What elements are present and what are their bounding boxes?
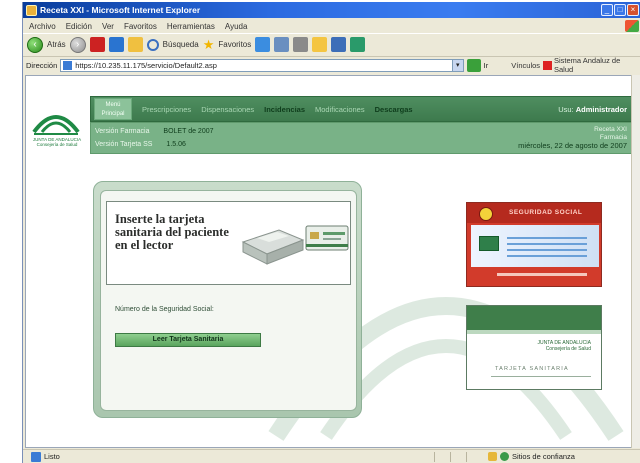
page-done-icon — [31, 451, 41, 462]
user-label: Usu: — [558, 104, 574, 114]
lock-icon — [488, 452, 497, 461]
nav-modificaciones[interactable]: Modificaciones — [315, 105, 365, 114]
nav-prescripciones[interactable]: Prescripciones — [142, 105, 191, 114]
back-arrow-icon[interactable]: ‹ — [27, 36, 43, 53]
health-card-header — [467, 306, 601, 330]
menu-ver[interactable]: Ver — [102, 22, 114, 31]
info-right: Receta XXI Farmacia miércoles, 22 de ago… — [518, 126, 627, 150]
maximize-button[interactable]: □ — [614, 4, 626, 16]
close-button[interactable]: × — [627, 4, 639, 16]
minimize-button[interactable]: _ — [601, 4, 613, 16]
print-icon[interactable] — [293, 37, 309, 52]
edit-document-icon[interactable] — [331, 37, 347, 52]
status-segment — [466, 451, 482, 462]
address-url[interactable]: https://10.235.11.175/servicio/Default2.… — [75, 61, 449, 70]
ss-card-lines — [507, 237, 587, 257]
info-panel: Versión Farmacia BOLET de 2007 Versión T… — [90, 122, 631, 154]
main-nav: Menú Principal Prescripciones Dispensaci… — [90, 96, 631, 122]
nav-dispensaciones[interactable]: Dispensaciones — [201, 105, 254, 114]
go-button-label[interactable]: Ir — [484, 61, 489, 70]
user-name: Administrador — [575, 104, 627, 114]
menu-archivo[interactable]: Archivo — [29, 22, 56, 31]
menu-favoritos[interactable]: Favoritos — [124, 22, 157, 31]
address-bar: Dirección https://10.235.11.175/servicio… — [23, 56, 640, 74]
ss-number-label: Número de la Seguridad Social: — [115, 306, 214, 313]
folder-icon[interactable] — [312, 37, 328, 52]
sas-link[interactable]: Sistema Andaluz de Salud — [543, 56, 640, 74]
window-title: Receta XXI - Microsoft Internet Explorer — [40, 5, 201, 15]
history-icon[interactable] — [255, 37, 271, 52]
mail-icon[interactable] — [274, 37, 290, 52]
logo-caption: JUNTA DE ANDALUCIA Consejería de Salud — [32, 137, 82, 147]
menu-edicion[interactable]: Edición — [66, 22, 92, 31]
info-value-1: BOLET de 2007 — [163, 128, 214, 135]
info-label-2: Versión Tarjeta SS — [95, 141, 153, 148]
sas-link-label: Sistema Andaluz de Salud — [553, 56, 621, 74]
info-right-top: Receta XXI — [594, 126, 627, 133]
window-controls: _ □ × — [601, 4, 639, 16]
ss-chip-icon — [479, 236, 499, 251]
tools-icon[interactable] — [350, 37, 366, 52]
social-security-card-image: SEGURIDAD SOCIAL — [466, 202, 602, 287]
address-input[interactable]: https://10.235.11.175/servicio/Default2.… — [60, 58, 464, 72]
read-card-button[interactable]: Leer Tarjeta Sanitaria — [115, 333, 261, 347]
status-bar: Listo Sitios de confianza — [23, 449, 640, 463]
links-button[interactable]: Vínculos — [511, 61, 540, 70]
card-reader-inner: Inserte la tarjeta sanitaria del pacient… — [100, 190, 357, 411]
menu-herramientas[interactable]: Herramientas — [167, 22, 215, 31]
title-bar: Receta XXI - Microsoft Internet Explorer… — [23, 2, 640, 18]
menu-bar: Archivo Edición Ver Favoritos Herramient… — [23, 19, 640, 33]
home-icon[interactable] — [127, 37, 143, 52]
sas-logo-icon — [543, 60, 552, 70]
card-reader-panel: Inserte la tarjeta sanitaria del pacient… — [93, 181, 362, 418]
stop-icon[interactable] — [89, 37, 105, 52]
forward-arrow-icon[interactable]: › — [69, 36, 86, 53]
windows-logo-icon — [625, 20, 639, 32]
nav-home-button[interactable]: Menú Principal — [94, 98, 132, 120]
address-label: Dirección — [26, 60, 58, 70]
nav-incidencias[interactable]: Incidencias — [264, 105, 305, 114]
back-button-label[interactable]: Atrás — [47, 40, 66, 49]
address-dropdown-icon[interactable]: ▾ — [451, 59, 463, 71]
user-info: Usu: Administrador — [558, 105, 627, 114]
status-segment — [450, 451, 466, 462]
nav-descargas[interactable]: Descargas — [375, 105, 413, 114]
menu-ayuda[interactable]: Ayuda — [225, 22, 248, 31]
insert-card-box: Inserte la tarjeta sanitaria del pacient… — [106, 201, 351, 285]
ss-card-title: SEGURIDAD SOCIAL — [509, 209, 583, 216]
health-card-stripe — [467, 330, 601, 334]
health-card-image: JUNTA DE ANDALUCIA Consejería de Salud T… — [466, 305, 602, 390]
security-zone-text: Sitios de confianza — [512, 452, 575, 461]
status-segment — [434, 451, 450, 462]
insert-card-instruction: Inserte la tarjeta sanitaria del pacient… — [115, 212, 229, 252]
refresh-icon[interactable] — [108, 37, 124, 52]
ie-icon — [26, 4, 37, 16]
favorites-star-icon[interactable]: ★ — [203, 37, 215, 53]
health-card-label: TARJETA SANITARIA — [495, 366, 569, 372]
info-label-1: Versión Farmacia — [95, 128, 150, 135]
vertical-scrollbar[interactable] — [631, 75, 640, 448]
page-viewport: JUNTA DE ANDALUCIA Consejería de Salud M… — [25, 75, 632, 448]
favorites-button-label[interactable]: Favoritos — [218, 40, 251, 49]
ss-card-footer — [497, 273, 587, 276]
health-card-line — [491, 376, 591, 377]
go-arrow-icon[interactable] — [466, 58, 481, 72]
info-row-card-version: Versión Tarjeta SS 1.5.06 — [95, 141, 186, 148]
card-reader-icon — [241, 229, 305, 265]
search-icon[interactable] — [146, 38, 159, 51]
app-header: JUNTA DE ANDALUCIA Consejería de Salud M… — [26, 76, 631, 156]
browser-window: Receta XXI - Microsoft Internet Explorer… — [22, 2, 640, 463]
trusted-zone-icon — [500, 452, 509, 461]
toolbar: ‹ Atrás › Búsqueda ★ Favoritos — [23, 33, 640, 55]
info-value-2: 1.5.06 — [166, 141, 186, 148]
status-text: Listo — [44, 452, 60, 461]
search-button-label[interactable]: Búsqueda — [163, 40, 199, 49]
health-card-org: JUNTA DE ANDALUCIA Consejería de Salud — [537, 340, 591, 352]
health-card-icon — [305, 225, 349, 251]
page-icon — [63, 60, 73, 70]
current-date: miércoles, 22 de agosto de 2007 — [518, 141, 627, 150]
ss-emblem-icon — [479, 207, 493, 221]
info-row-version: Versión Farmacia BOLET de 2007 — [95, 128, 214, 135]
